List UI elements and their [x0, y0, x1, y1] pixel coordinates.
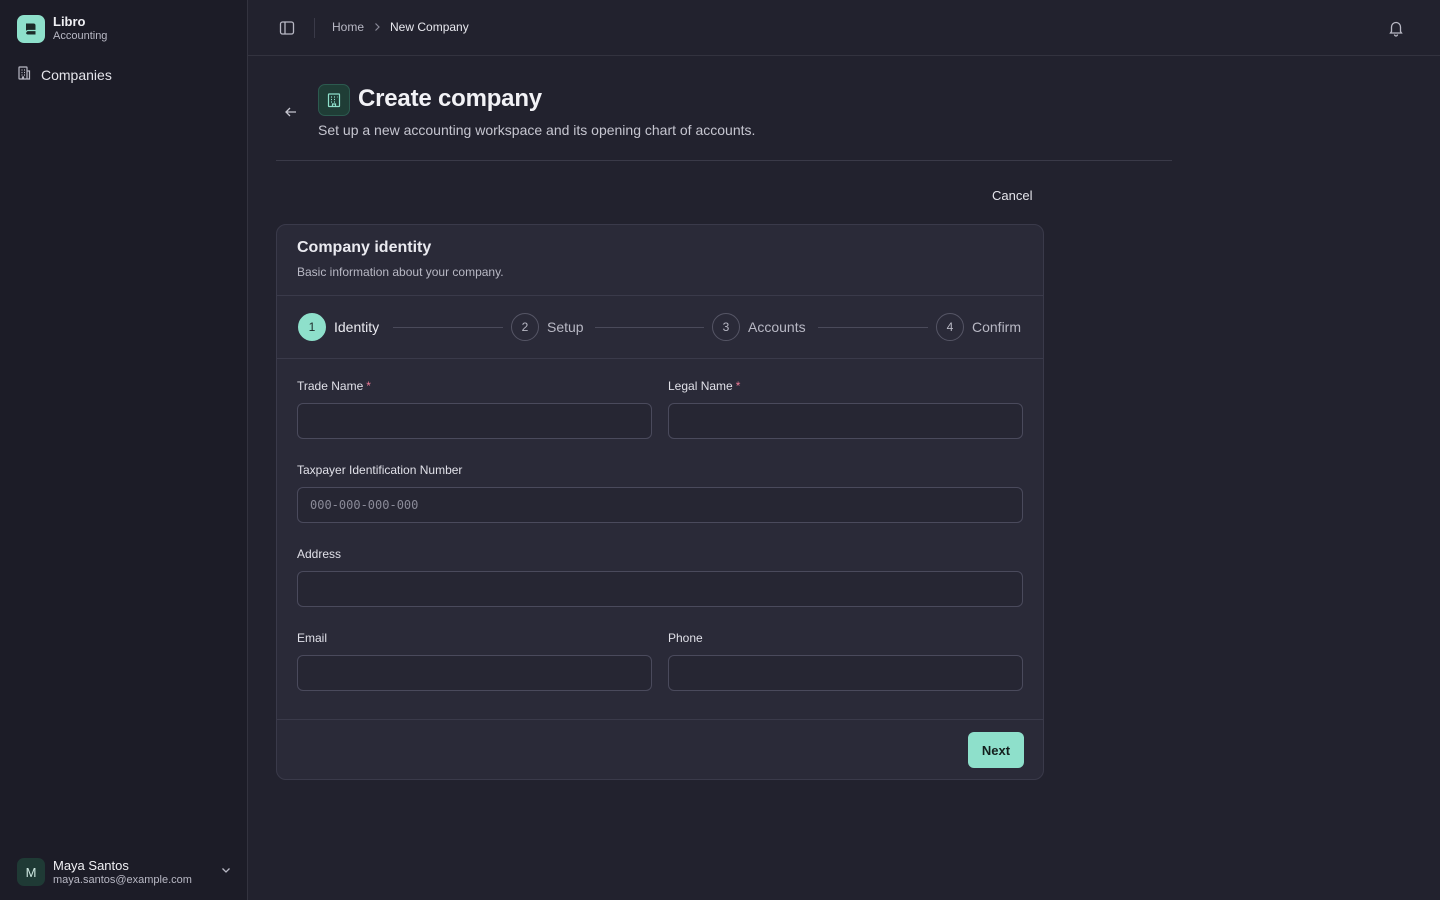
user-menu[interactable]: M Maya Santos maya.santos@example.com [17, 856, 233, 888]
card-title: Company identity [297, 239, 432, 256]
card-description: Basic information about your company. [297, 265, 504, 279]
bell-icon[interactable] [1387, 19, 1405, 37]
trade-name-label: Trade Name * [297, 379, 371, 393]
tin-label: Taxpayer Identification Number [297, 463, 463, 477]
legal-name-label: Legal Name * [668, 379, 741, 393]
step-accounts[interactable]: 3 Accounts [712, 313, 806, 341]
phone-input[interactable] [668, 655, 1023, 691]
cancel-button[interactable]: Cancel [984, 186, 1040, 205]
email-input[interactable] [297, 655, 652, 691]
step-connector [818, 327, 928, 328]
tin-input[interactable] [297, 487, 1023, 523]
page-title: Create company [358, 85, 542, 112]
email-label: Email [297, 631, 328, 645]
phone-label: Phone [668, 631, 703, 645]
step-number: 2 [511, 313, 539, 341]
sidebar-item-companies[interactable]: Companies [16, 64, 232, 86]
step-number: 3 [712, 313, 740, 341]
stepper: 1 Identity 2 Setup 3 Accounts 4 Confirm [298, 313, 1024, 341]
step-connector [393, 327, 503, 328]
chevron-right-icon [372, 22, 382, 32]
divider [276, 160, 1172, 161]
next-button[interactable]: Next [968, 732, 1024, 768]
divider [277, 358, 1043, 359]
trade-name-input[interactable] [297, 403, 652, 439]
breadcrumb: Home New Company [332, 20, 469, 34]
legal-name-input[interactable] [668, 403, 1023, 439]
brand-name: Libro [53, 14, 86, 29]
user-email: maya.santos@example.com [53, 873, 192, 886]
breadcrumb-current: New Company [390, 20, 469, 34]
separator [314, 18, 315, 38]
brand[interactable]: Libro Accounting [17, 14, 107, 43]
brand-subtitle: Accounting [53, 30, 108, 42]
step-label: Confirm [972, 319, 1022, 335]
sidebar-toggle-icon[interactable] [278, 19, 296, 37]
sidebar-item-label: Companies [41, 67, 112, 83]
step-label: Accounts [748, 319, 806, 335]
company-form-card: Company identity Basic information about… [276, 224, 1044, 780]
step-connector [595, 327, 704, 328]
book-icon [17, 14, 45, 43]
step-number: 1 [298, 313, 326, 341]
top-bar: Home New Company [248, 0, 1440, 56]
building-icon [318, 84, 350, 116]
avatar: M [17, 858, 45, 886]
address-label: Address [297, 547, 342, 561]
step-label: Setup [547, 319, 584, 335]
step-identity[interactable]: 1 Identity [298, 313, 379, 341]
page-subtitle: Set up a new accounting workspace and it… [318, 122, 756, 138]
chevron-down-icon [219, 863, 233, 882]
user-name: Maya Santos [53, 857, 129, 873]
divider [277, 295, 1043, 296]
address-input[interactable] [297, 571, 1023, 607]
sidebar: Libro Accounting Companies M Maya Santos… [0, 0, 248, 900]
step-label: Identity [334, 319, 380, 335]
step-setup[interactable]: 2 Setup [511, 313, 584, 341]
breadcrumb-home[interactable]: Home [332, 20, 364, 34]
building-icon [16, 65, 32, 86]
divider [277, 719, 1043, 720]
step-confirm[interactable]: 4 Confirm [936, 313, 1021, 341]
back-arrow-icon[interactable] [282, 103, 300, 121]
step-number: 4 [936, 313, 964, 341]
